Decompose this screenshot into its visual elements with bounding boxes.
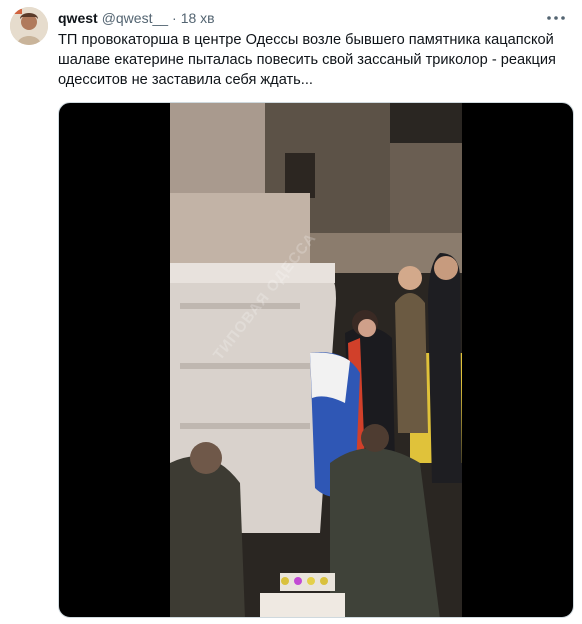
tweet[interactable]: qwest @qwest__ · 18 хв ТП провокаторша в… bbox=[0, 0, 582, 624]
timestamp[interactable]: 18 хв bbox=[181, 10, 215, 26]
avatar-image bbox=[10, 7, 48, 45]
video-frame bbox=[170, 103, 462, 617]
author-name[interactable]: qwest bbox=[58, 10, 98, 26]
separator-dot: · bbox=[172, 10, 177, 26]
avatar[interactable] bbox=[10, 7, 48, 45]
media-container[interactable]: ТИПОВАЯ ОДЕССА bbox=[58, 102, 574, 618]
ellipsis-icon bbox=[547, 16, 565, 20]
video-player[interactable]: ТИПОВАЯ ОДЕССА bbox=[170, 103, 462, 617]
tweet-text: ТП провокаторша в центре Одессы возле бы… bbox=[58, 32, 560, 88]
more-options-button[interactable] bbox=[544, 8, 568, 28]
tweet-header: qwest @qwest__ · 18 хв bbox=[58, 9, 215, 27]
author-handle[interactable]: @qwest__ bbox=[102, 10, 168, 26]
